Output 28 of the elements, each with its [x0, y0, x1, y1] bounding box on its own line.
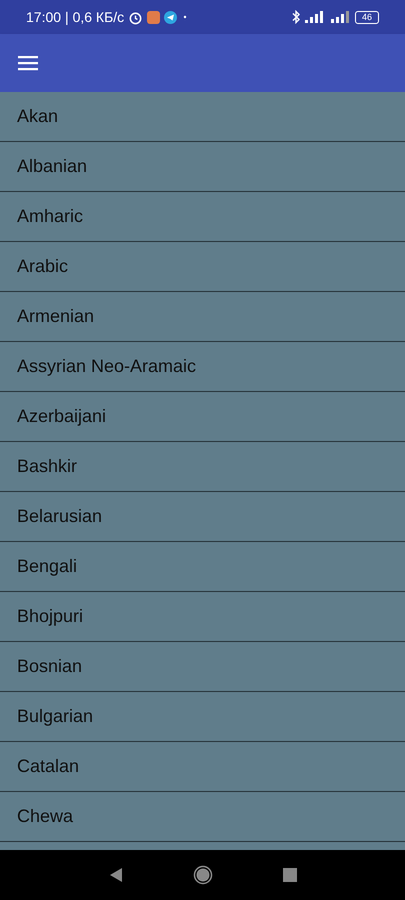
alarm-icon: [128, 10, 144, 24]
language-item[interactable]: Bosnian: [0, 642, 405, 692]
language-item[interactable]: Albanian: [0, 142, 405, 192]
network-speed: | 0,6 КБ/с: [65, 9, 124, 25]
language-item[interactable]: Assyrian Neo-Aramaic: [0, 342, 405, 392]
signal-icon: [329, 11, 351, 23]
language-item[interactable]: Armenian: [0, 292, 405, 342]
language-item[interactable]: Arabic: [0, 242, 405, 292]
language-item[interactable]: Azerbaijani: [0, 392, 405, 442]
language-item[interactable]: Catalan: [0, 742, 405, 792]
signal-icon: [305, 11, 325, 23]
language-item[interactable]: Akan: [0, 92, 405, 142]
app-icon: [147, 10, 160, 24]
language-item[interactable]: Bulgarian: [0, 692, 405, 742]
battery-icon: 46: [355, 10, 379, 24]
language-item[interactable]: Chewa: [0, 792, 405, 842]
language-item[interactable]: Bengali: [0, 542, 405, 592]
back-icon[interactable]: [108, 867, 122, 883]
language-item[interactable]: Bashkir: [0, 442, 405, 492]
language-item[interactable]: Amharic: [0, 192, 405, 242]
language-item[interactable]: Belarusian: [0, 492, 405, 542]
status-time: 17:00: [26, 9, 62, 25]
bluetooth-icon: [291, 10, 301, 24]
recents-icon[interactable]: [282, 868, 296, 882]
language-item[interactable]: Bhojpuri: [0, 592, 405, 642]
telegram-icon: [164, 10, 178, 24]
home-icon[interactable]: [192, 865, 212, 885]
menu-icon[interactable]: [18, 55, 38, 71]
